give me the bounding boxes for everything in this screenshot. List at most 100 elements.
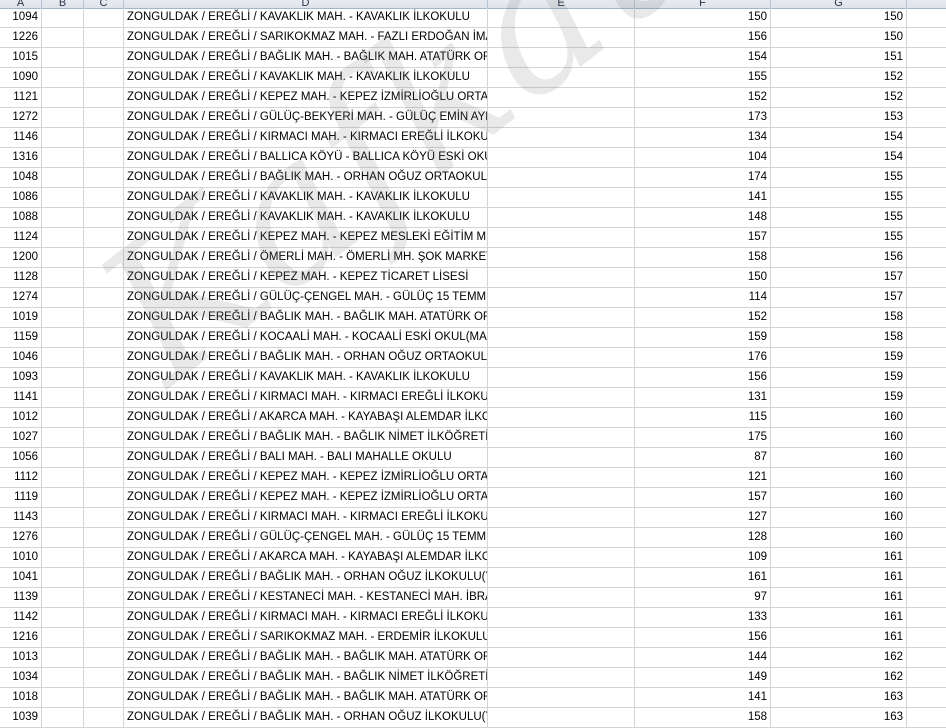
cell-location[interactable]: ZONGULDAK / EREĞLİ / KAVAKLIK MAH. - KAV… bbox=[124, 68, 488, 87]
cell-b[interactable] bbox=[42, 688, 84, 707]
cell-h[interactable] bbox=[907, 528, 946, 547]
column-header-f[interactable]: F bbox=[635, 0, 771, 8]
cell-b[interactable] bbox=[42, 568, 84, 587]
cell-b[interactable] bbox=[42, 648, 84, 667]
cell-h[interactable] bbox=[907, 468, 946, 487]
cell-b[interactable] bbox=[42, 268, 84, 287]
cell-location[interactable]: ZONGULDAK / EREĞLİ / KOCAALİ MAH. - KOCA… bbox=[124, 328, 488, 347]
cell-value-f[interactable]: 104 bbox=[635, 148, 771, 167]
cell-value-g[interactable]: 157 bbox=[771, 288, 907, 307]
column-header-h[interactable] bbox=[907, 0, 946, 8]
cell-value-f[interactable]: 173 bbox=[635, 108, 771, 127]
cell-value-g[interactable]: 163 bbox=[771, 708, 907, 727]
cell-c[interactable] bbox=[84, 528, 124, 547]
cell-e[interactable] bbox=[488, 428, 635, 447]
cell-b[interactable] bbox=[42, 468, 84, 487]
cell-h[interactable] bbox=[907, 288, 946, 307]
cell-location[interactable]: ZONGULDAK / EREĞLİ / BAĞLIK MAH. - BAĞLI… bbox=[124, 48, 488, 67]
cell-value-f[interactable]: 152 bbox=[635, 88, 771, 107]
cell-id[interactable]: 1139 bbox=[0, 588, 42, 607]
cell-value-f[interactable]: 161 bbox=[635, 568, 771, 587]
cell-id[interactable]: 1272 bbox=[0, 108, 42, 127]
cell-b[interactable] bbox=[42, 188, 84, 207]
cell-b[interactable] bbox=[42, 448, 84, 467]
cell-e[interactable] bbox=[488, 8, 635, 27]
cell-c[interactable] bbox=[84, 268, 124, 287]
cell-h[interactable] bbox=[907, 588, 946, 607]
cell-h[interactable] bbox=[907, 8, 946, 27]
cell-id[interactable]: 1141 bbox=[0, 388, 42, 407]
cell-value-f[interactable]: 157 bbox=[635, 488, 771, 507]
cell-value-f[interactable]: 156 bbox=[635, 628, 771, 647]
cell-c[interactable] bbox=[84, 588, 124, 607]
cell-c[interactable] bbox=[84, 228, 124, 247]
cell-value-f[interactable]: 114 bbox=[635, 288, 771, 307]
cell-c[interactable] bbox=[84, 668, 124, 687]
cell-h[interactable] bbox=[907, 348, 946, 367]
cell-location[interactable]: ZONGULDAK / EREĞLİ / BAĞLIK MAH. - ORHAN… bbox=[124, 168, 488, 187]
cell-id[interactable]: 1216 bbox=[0, 628, 42, 647]
cell-id[interactable]: 1015 bbox=[0, 48, 42, 67]
cell-value-g[interactable]: 152 bbox=[771, 88, 907, 107]
cell-h[interactable] bbox=[907, 128, 946, 147]
column-header-g[interactable]: G bbox=[771, 0, 907, 8]
cell-c[interactable] bbox=[84, 568, 124, 587]
cell-b[interactable] bbox=[42, 708, 84, 727]
cell-e[interactable] bbox=[488, 568, 635, 587]
cell-location[interactable]: ZONGULDAK / EREĞLİ / AKARCA MAH. - KAYAB… bbox=[124, 548, 488, 567]
cell-value-g[interactable]: 154 bbox=[771, 148, 907, 167]
cell-location[interactable]: ZONGULDAK / EREĞLİ / KIRMACI MAH. - KIRM… bbox=[124, 128, 488, 147]
cell-location[interactable]: ZONGULDAK / EREĞLİ / KIRMACI MAH. - KIRM… bbox=[124, 388, 488, 407]
cell-b[interactable] bbox=[42, 48, 84, 67]
cell-value-f[interactable]: 174 bbox=[635, 168, 771, 187]
cell-value-g[interactable]: 161 bbox=[771, 628, 907, 647]
cell-id[interactable]: 1039 bbox=[0, 708, 42, 727]
cell-location[interactable]: ZONGULDAK / EREĞLİ / KEPEZ MAH. - KEPEZ … bbox=[124, 268, 488, 287]
cell-id[interactable]: 1090 bbox=[0, 68, 42, 87]
cell-value-f[interactable]: 150 bbox=[635, 268, 771, 287]
cell-b[interactable] bbox=[42, 228, 84, 247]
cell-value-f[interactable]: 109 bbox=[635, 548, 771, 567]
cell-value-g[interactable]: 160 bbox=[771, 448, 907, 467]
cell-c[interactable] bbox=[84, 688, 124, 707]
cell-h[interactable] bbox=[907, 268, 946, 287]
cell-h[interactable] bbox=[907, 88, 946, 107]
cell-value-f[interactable]: 159 bbox=[635, 328, 771, 347]
cell-e[interactable] bbox=[488, 528, 635, 547]
cell-e[interactable] bbox=[488, 348, 635, 367]
column-header-d[interactable]: D bbox=[124, 0, 488, 8]
cell-b[interactable] bbox=[42, 368, 84, 387]
cell-e[interactable] bbox=[488, 168, 635, 187]
cell-c[interactable] bbox=[84, 448, 124, 467]
cell-e[interactable] bbox=[488, 148, 635, 167]
cell-value-g[interactable]: 160 bbox=[771, 528, 907, 547]
cell-location[interactable]: ZONGULDAK / EREĞLİ / BAĞLIK MAH. - BAĞLI… bbox=[124, 308, 488, 327]
cell-h[interactable] bbox=[907, 28, 946, 47]
cell-c[interactable] bbox=[84, 8, 124, 27]
cell-value-g[interactable]: 151 bbox=[771, 48, 907, 67]
cell-value-g[interactable]: 159 bbox=[771, 348, 907, 367]
cell-e[interactable] bbox=[488, 268, 635, 287]
cell-h[interactable] bbox=[907, 228, 946, 247]
cell-location[interactable]: ZONGULDAK / EREĞLİ / AKARCA MAH. - KAYAB… bbox=[124, 408, 488, 427]
cell-b[interactable] bbox=[42, 588, 84, 607]
cell-id[interactable]: 1041 bbox=[0, 568, 42, 587]
cell-b[interactable] bbox=[42, 88, 84, 107]
cell-location[interactable]: ZONGULDAK / EREĞLİ / ÖMERLİ MAH. - ÖMERL… bbox=[124, 248, 488, 267]
cell-c[interactable] bbox=[84, 88, 124, 107]
cell-e[interactable] bbox=[488, 708, 635, 727]
cell-id[interactable]: 1093 bbox=[0, 368, 42, 387]
cell-b[interactable] bbox=[42, 528, 84, 547]
cell-location[interactable]: ZONGULDAK / EREĞLİ / SARIKOKMAZ MAH. - E… bbox=[124, 628, 488, 647]
column-header-c[interactable]: C bbox=[84, 0, 124, 8]
cell-id[interactable]: 1012 bbox=[0, 408, 42, 427]
cell-value-g[interactable]: 162 bbox=[771, 648, 907, 667]
cell-b[interactable] bbox=[42, 508, 84, 527]
cell-value-g[interactable]: 155 bbox=[771, 188, 907, 207]
cell-e[interactable] bbox=[488, 628, 635, 647]
cell-value-f[interactable]: 87 bbox=[635, 448, 771, 467]
cell-h[interactable] bbox=[907, 608, 946, 627]
cell-c[interactable] bbox=[84, 148, 124, 167]
cell-c[interactable] bbox=[84, 208, 124, 227]
cell-id[interactable]: 1159 bbox=[0, 328, 42, 347]
